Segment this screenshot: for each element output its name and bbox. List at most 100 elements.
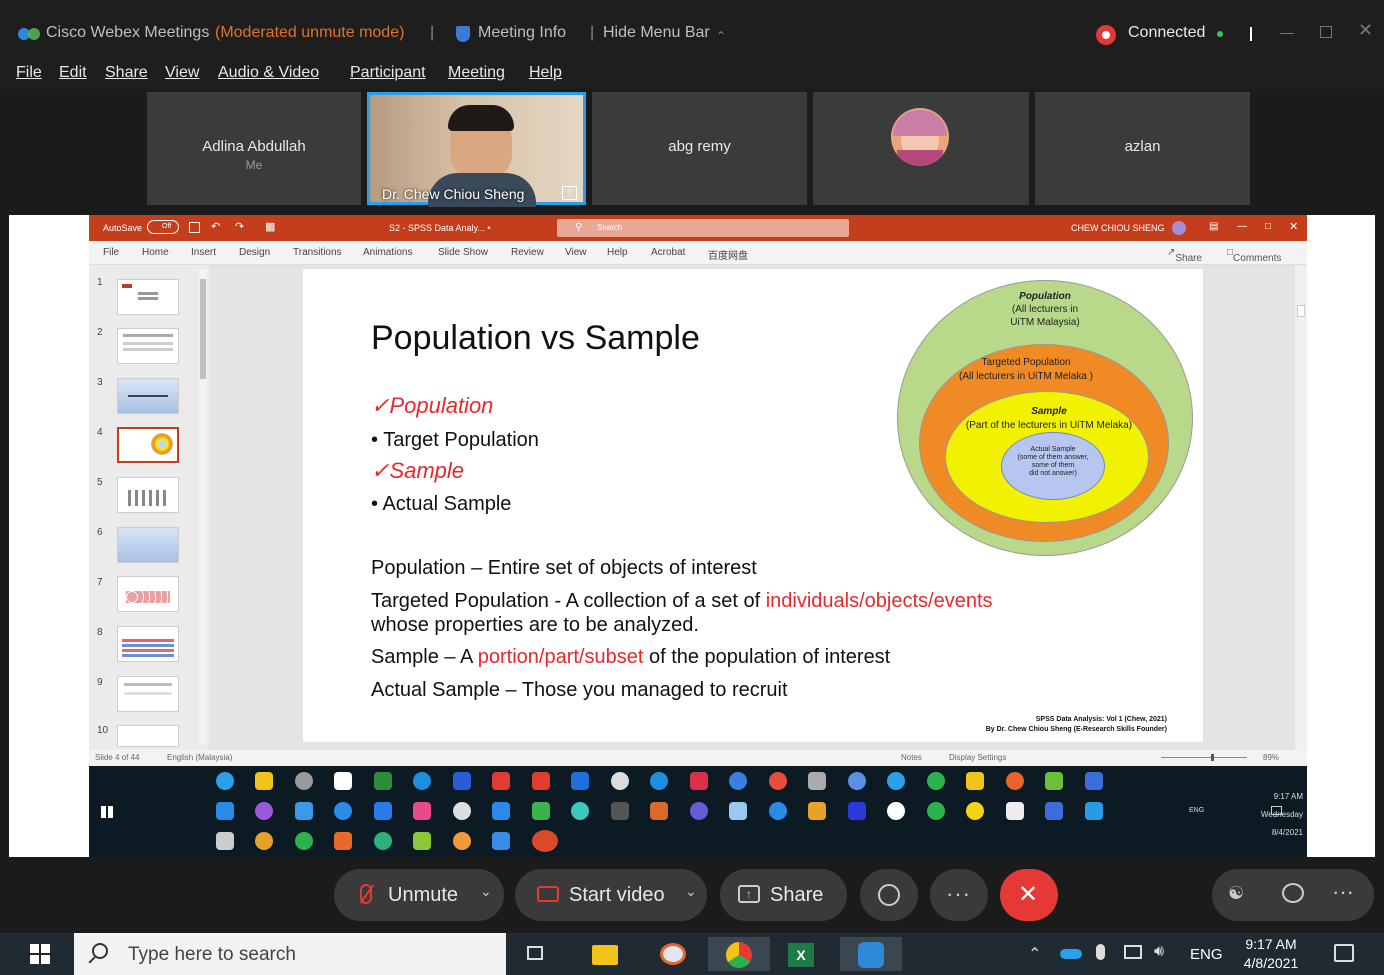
app-icon[interactable] bbox=[1085, 772, 1103, 790]
task-view-icon[interactable] bbox=[518, 937, 556, 971]
leave-meeting-button[interactable]: ✕ bbox=[1000, 869, 1058, 921]
windows-start-icon[interactable] bbox=[30, 944, 50, 964]
participant-tile[interactable]: azlan bbox=[1035, 92, 1250, 205]
ribbon-tab[interactable]: Insert bbox=[191, 247, 216, 258]
app-icon[interactable] bbox=[611, 802, 629, 820]
app-icon[interactable] bbox=[650, 802, 668, 820]
app-icon[interactable] bbox=[255, 802, 273, 820]
app-icon[interactable] bbox=[532, 802, 550, 820]
menu-help[interactable]: Help bbox=[529, 64, 562, 82]
share-content-button[interactable]: ↑ Share bbox=[720, 869, 847, 921]
ribbon-tab[interactable]: Transitions bbox=[293, 247, 342, 258]
ribbon-tab[interactable]: Review bbox=[511, 247, 544, 258]
app-icon[interactable] bbox=[492, 832, 510, 850]
menu-audio-video[interactable]: Audio & Video bbox=[218, 64, 319, 82]
action-center-icon[interactable] bbox=[1334, 944, 1354, 962]
app-icon[interactable] bbox=[966, 772, 984, 790]
ribbon-tab[interactable]: Slide Show bbox=[438, 247, 488, 258]
slide-thumbnail[interactable] bbox=[117, 378, 179, 414]
ribbon-tab[interactable]: Acrobat bbox=[651, 247, 685, 258]
app-icon[interactable] bbox=[453, 772, 471, 790]
app-icon[interactable] bbox=[374, 802, 392, 820]
menu-view[interactable]: View bbox=[165, 64, 199, 82]
app-icon[interactable] bbox=[413, 772, 431, 790]
comments-button[interactable]: □ Comments bbox=[1227, 247, 1281, 264]
zoom-level[interactable]: 89% bbox=[1263, 753, 1279, 762]
chevron-up-icon[interactable]: ⌃ bbox=[716, 29, 726, 43]
windows-start-icon[interactable] bbox=[101, 806, 113, 818]
thumbnail-scrollbar[interactable] bbox=[199, 269, 207, 745]
input-language[interactable]: ENG bbox=[1190, 946, 1223, 963]
ribbon-tab[interactable]: Help bbox=[607, 247, 628, 258]
app-icon[interactable] bbox=[1045, 772, 1063, 790]
notification-icon[interactable] bbox=[1271, 806, 1282, 815]
slide-thumbnail[interactable] bbox=[117, 725, 179, 747]
app-icon[interactable] bbox=[216, 802, 234, 820]
app-icon[interactable] bbox=[334, 772, 352, 790]
app-icon[interactable] bbox=[729, 802, 747, 820]
tray-chevron-icon[interactable]: ⌃ bbox=[1028, 944, 1041, 964]
app-icon[interactable] bbox=[334, 832, 352, 850]
volume-icon[interactable]: 🔊︎ bbox=[1154, 943, 1164, 961]
participants-icon[interactable]: ☯ bbox=[1228, 883, 1250, 905]
zoom-slider[interactable] bbox=[1161, 754, 1247, 761]
app-icon[interactable] bbox=[1085, 802, 1103, 820]
app-icon[interactable] bbox=[413, 802, 431, 820]
more-options-button[interactable]: ··· bbox=[930, 869, 988, 921]
app-icon[interactable] bbox=[453, 832, 471, 850]
more-panels-icon[interactable]: ··· bbox=[1332, 879, 1354, 905]
participant-tile[interactable]: abg remy bbox=[592, 92, 807, 205]
chevron-down-icon[interactable]: ⌄ bbox=[685, 883, 697, 900]
app-icon[interactable] bbox=[611, 772, 629, 790]
app-icon[interactable] bbox=[295, 802, 313, 820]
app-icon[interactable] bbox=[769, 802, 787, 820]
app-icon[interactable] bbox=[413, 832, 431, 850]
microphone-icon[interactable] bbox=[1096, 944, 1105, 960]
paint-icon[interactable] bbox=[654, 937, 692, 971]
app-icon[interactable] bbox=[690, 802, 708, 820]
app-icon[interactable] bbox=[295, 772, 313, 790]
app-icon[interactable] bbox=[808, 802, 826, 820]
hide-menu-bar-button[interactable]: Hide Menu Bar bbox=[603, 24, 710, 42]
app-icon[interactable] bbox=[848, 772, 866, 790]
app-icon[interactable] bbox=[216, 832, 234, 850]
redo-icon[interactable]: ↷ bbox=[235, 220, 244, 233]
slide-thumbnail-active[interactable] bbox=[117, 427, 179, 463]
app-icon[interactable] bbox=[453, 802, 471, 820]
app-icon[interactable] bbox=[650, 772, 668, 790]
menu-file[interactable]: File bbox=[16, 64, 42, 82]
app-icon[interactable] bbox=[848, 802, 866, 820]
slide-thumbnail[interactable] bbox=[117, 527, 179, 563]
active-speaker-tile[interactable]: Dr. Chew Chiou Sheng ↑ bbox=[367, 92, 586, 207]
app-icon[interactable] bbox=[334, 802, 352, 820]
start-video-button[interactable]: Start video ⌄ bbox=[515, 869, 707, 921]
chevron-down-icon[interactable]: ⌄ bbox=[480, 883, 492, 900]
ribbon-tab[interactable]: View bbox=[565, 247, 587, 258]
autosave-toggle[interactable]: Off bbox=[147, 220, 179, 234]
language-status[interactable]: English (Malaysia) bbox=[167, 753, 232, 762]
menu-share[interactable]: Share bbox=[105, 64, 148, 82]
app-icon[interactable] bbox=[966, 802, 984, 820]
network-icon[interactable] bbox=[1124, 945, 1142, 959]
slide-thumbnail[interactable] bbox=[117, 477, 179, 513]
app-icon[interactable] bbox=[532, 772, 550, 790]
undo-icon[interactable]: ↶ bbox=[211, 220, 220, 233]
restore-icon[interactable] bbox=[1320, 26, 1332, 38]
minimize-icon[interactable]: — bbox=[1237, 221, 1247, 232]
app-icon[interactable] bbox=[492, 802, 510, 820]
chrome-icon[interactable] bbox=[708, 937, 770, 971]
slide-thumbnail[interactable] bbox=[117, 328, 179, 364]
slide-thumbnail[interactable] bbox=[117, 576, 179, 612]
notes-button[interactable]: Notes bbox=[901, 753, 922, 762]
ribbon-tab[interactable]: Animations bbox=[363, 247, 412, 258]
app-icon[interactable] bbox=[1045, 802, 1063, 820]
editor-scrollbar[interactable] bbox=[1295, 265, 1307, 750]
ribbon-tab[interactable]: 百度网盘 bbox=[708, 247, 748, 262]
app-icon[interactable] bbox=[808, 772, 826, 790]
connected-status[interactable]: Connected bbox=[1128, 24, 1205, 42]
app-icon[interactable] bbox=[374, 832, 392, 850]
present-icon[interactable]: ▩ bbox=[265, 220, 275, 233]
file-explorer-icon[interactable] bbox=[586, 937, 624, 971]
menu-edit[interactable]: Edit bbox=[59, 64, 87, 82]
app-icon[interactable] bbox=[769, 772, 787, 790]
